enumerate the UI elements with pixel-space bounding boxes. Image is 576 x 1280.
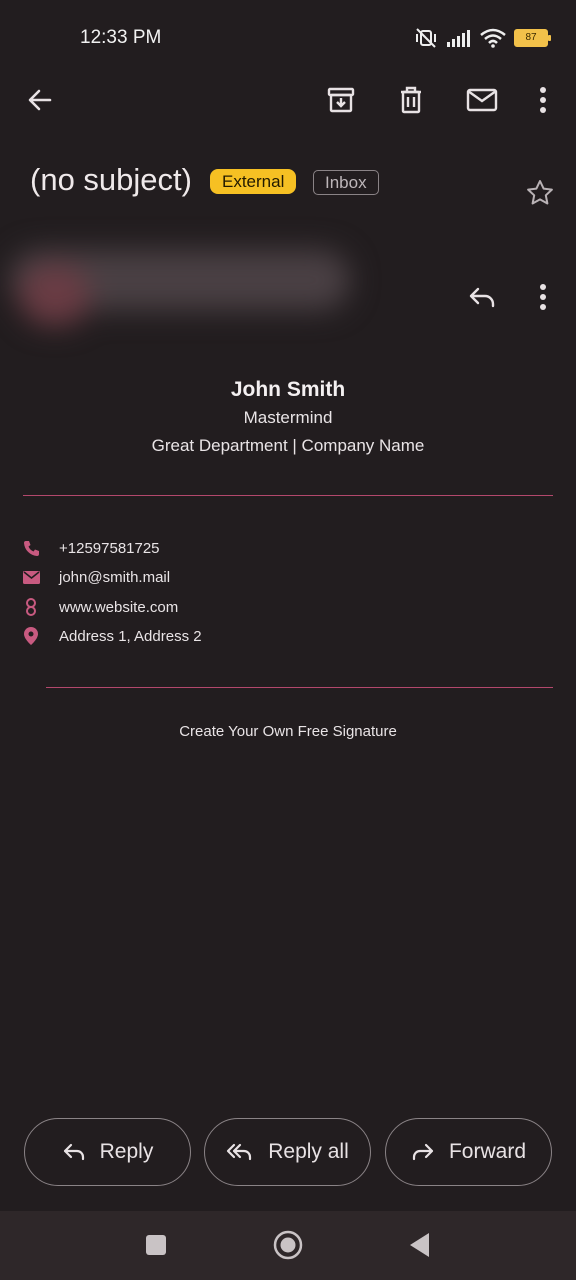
reply-icon: [63, 1143, 84, 1161]
home-circle-icon: [273, 1230, 303, 1260]
square-icon: [146, 1235, 166, 1255]
reply-icon: [469, 287, 495, 308]
system-navigation-bar: [0, 1211, 576, 1280]
delete-button[interactable]: [389, 78, 433, 122]
message-more-button[interactable]: [521, 275, 565, 319]
archive-icon: [327, 87, 355, 113]
trash-icon: [401, 86, 421, 114]
contact-email-row[interactable]: john@smith.mail: [22, 566, 170, 588]
forward-button-label: Forward: [448, 1140, 527, 1163]
inbox-label[interactable]: Inbox: [313, 170, 379, 195]
contact-address: Address 1, Address 2: [59, 627, 202, 645]
external-label: External: [210, 169, 297, 194]
reply-all-button-label: Reply all: [268, 1140, 349, 1163]
back-button[interactable]: [18, 78, 62, 122]
signature-name: John Smith: [230, 378, 346, 401]
star-button[interactable]: [518, 171, 562, 215]
location-pin-icon: [24, 627, 38, 645]
home-button[interactable]: [266, 1223, 310, 1267]
signature-title: Mastermind: [243, 408, 333, 427]
envelope-icon: [22, 570, 40, 584]
forward-button[interactable]: Forward: [385, 1118, 552, 1186]
contact-phone: +12597581725: [59, 539, 160, 557]
reply-all-button[interactable]: Reply all: [204, 1118, 371, 1186]
wifi-icon: [480, 28, 506, 48]
signature-divider-bottom: [46, 687, 553, 688]
create-signature-link[interactable]: Create Your Own Free Signature: [0, 723, 576, 740]
contact-address-row[interactable]: Address 1, Address 2: [22, 625, 202, 647]
link-icon: [26, 598, 36, 616]
triangle-back-icon: [410, 1233, 429, 1257]
arrow-left-icon: [28, 89, 52, 111]
reply-button[interactable]: Reply: [24, 1118, 191, 1186]
battery-icon: 87: [514, 29, 551, 47]
reply-all-icon: [227, 1143, 252, 1161]
phone-icon: [23, 540, 39, 556]
recents-button[interactable]: [134, 1223, 178, 1267]
more-options-button[interactable]: [521, 78, 565, 122]
mail-icon: [466, 88, 498, 112]
sender-info-redacted: [0, 220, 370, 350]
back-nav-button[interactable]: [397, 1223, 441, 1267]
status-bar: 12:33 PM 87: [0, 0, 576, 70]
signal-icon: [447, 30, 470, 47]
star-icon: [527, 180, 553, 205]
contact-website: www.website.com: [59, 598, 179, 616]
email-subject: (no subject): [30, 162, 192, 197]
signature-department: Great Department | Company Name: [151, 436, 425, 455]
more-vertical-icon: [540, 87, 546, 113]
status-time: 12:33 PM: [80, 27, 162, 48]
reply-button-label: Reply: [99, 1140, 154, 1163]
contact-phone-row[interactable]: +12597581725: [22, 537, 160, 559]
contact-website-row[interactable]: www.website.com: [22, 596, 178, 618]
more-vertical-icon: [540, 284, 546, 310]
archive-button[interactable]: [319, 78, 363, 122]
toolbar: [0, 78, 576, 128]
vibrate-off-icon: [416, 28, 436, 48]
contact-email: john@smith.mail: [59, 568, 171, 586]
mark-unread-button[interactable]: [460, 78, 504, 122]
signature-divider-top: [23, 495, 553, 496]
forward-icon: [412, 1143, 434, 1161]
reply-icon-button[interactable]: [460, 275, 504, 319]
status-icons: 87: [414, 26, 551, 50]
